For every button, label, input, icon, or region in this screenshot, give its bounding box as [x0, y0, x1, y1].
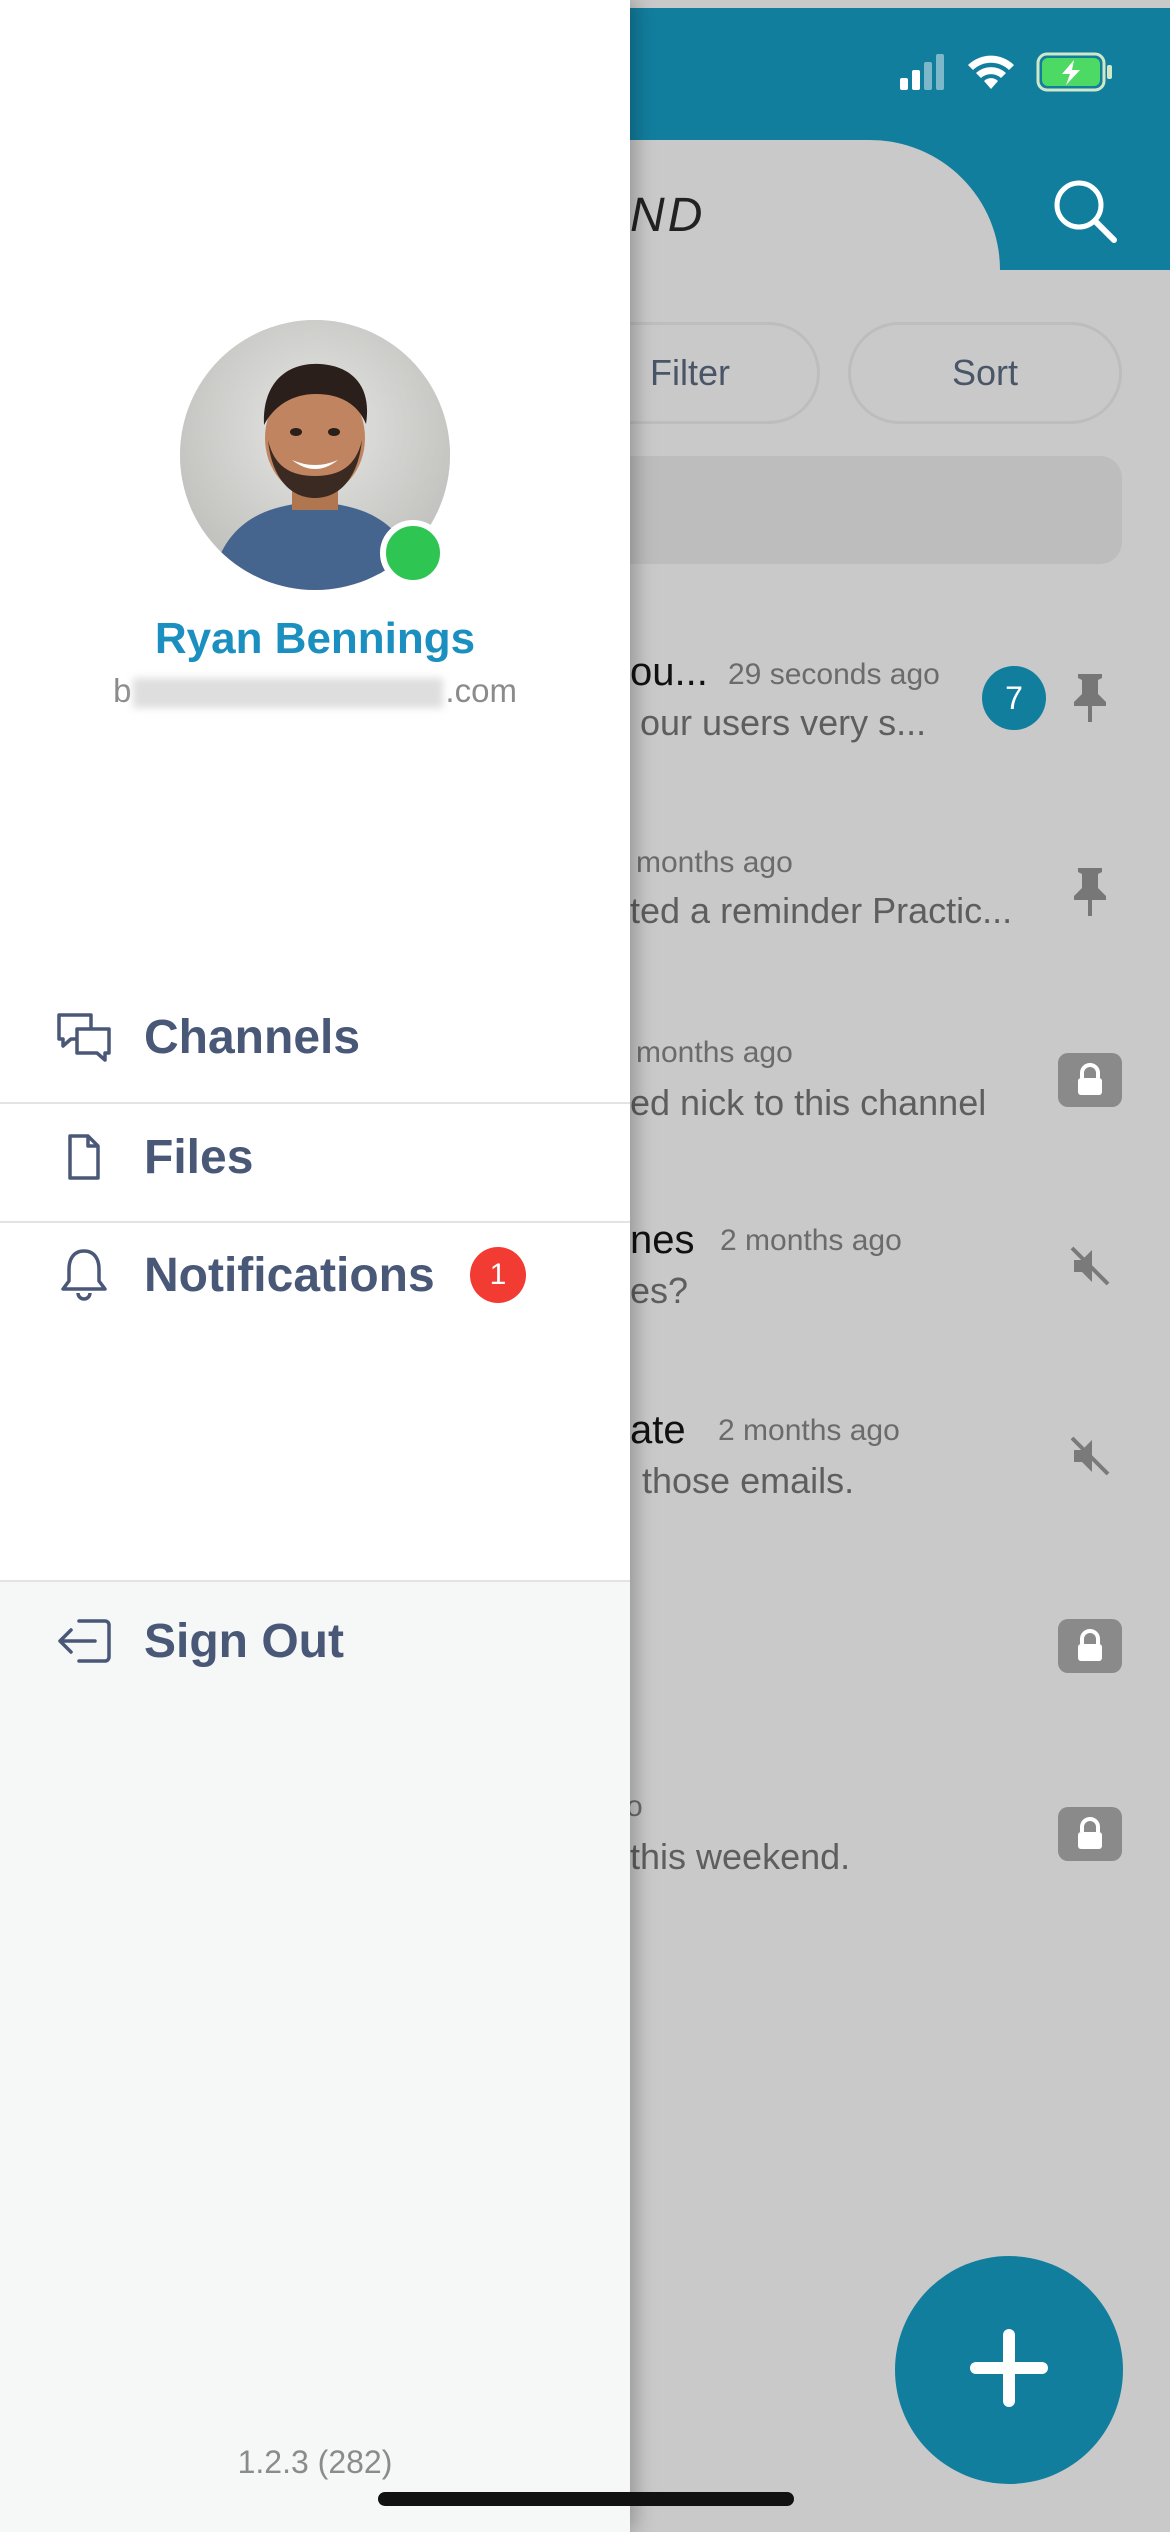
- channel-title: ate: [630, 1408, 686, 1452]
- user-email-suffix: .com: [445, 672, 517, 709]
- sign-out-button[interactable]: Sign Out: [0, 1582, 630, 1700]
- channel-preview: our users very s...: [640, 702, 927, 743]
- channel-title: nes: [630, 1218, 695, 1262]
- lock-icon: [1058, 1048, 1122, 1112]
- sign-out-label: Sign Out: [144, 1614, 344, 1668]
- online-status-indicator: [380, 520, 446, 586]
- lock-icon: [1058, 1802, 1122, 1866]
- user-email-prefix: b: [113, 672, 132, 709]
- channel-time: months ago: [636, 1036, 793, 1069]
- channel-preview: those emails.: [642, 1460, 855, 1501]
- muted-icon: [1058, 1234, 1122, 1298]
- plus-icon: [964, 2323, 1054, 2418]
- email-redaction: [133, 678, 444, 709]
- new-message-button[interactable]: [895, 2256, 1123, 2484]
- cellular-signal-icon: [900, 53, 946, 95]
- user-email: b .com: [0, 672, 630, 710]
- bell-icon: [54, 1245, 114, 1305]
- pin-icon: [1058, 666, 1122, 730]
- lock-icon: [1058, 1614, 1122, 1678]
- chat-bubbles-icon: [54, 1007, 114, 1067]
- channel-search-bar[interactable]: [560, 456, 1122, 564]
- channel-time: months ago: [636, 846, 793, 879]
- menu-item-notifications[interactable]: Notifications 1: [0, 1216, 630, 1334]
- menu-item-label: Channels: [144, 1010, 361, 1064]
- sort-label: Sort: [951, 352, 1019, 393]
- menu-item-label: Notifications: [144, 1248, 435, 1302]
- user-name: Ryan Bennings: [154, 614, 476, 663]
- wifi-icon: [966, 53, 1016, 96]
- channel-time: 2 months ago: [720, 1224, 902, 1257]
- channel-title: ou...: [630, 650, 708, 694]
- file-icon: [54, 1127, 114, 1187]
- menu-item-label: Files: [144, 1130, 254, 1184]
- channel-preview: ed nick to this channel: [630, 1082, 987, 1123]
- app-version: 1.2.3 (282): [237, 2444, 393, 2480]
- drawer-footer: Sign Out: [0, 1580, 630, 2532]
- menu-item-files[interactable]: Files: [0, 1098, 630, 1216]
- channel-time: 29 seconds ago: [728, 658, 940, 691]
- pin-icon: [1058, 860, 1122, 924]
- channel-preview: ted a reminder Practic...: [630, 890, 1013, 931]
- notification-badge: 1: [470, 1247, 526, 1303]
- muted-icon: [1058, 1424, 1122, 1488]
- filter-label: Filter: [650, 352, 730, 393]
- channel-preview: this weekend.: [630, 1836, 851, 1877]
- side-drawer: Ryan Bennings b .com Channels Files Noti…: [0, 0, 630, 2532]
- home-indicator[interactable]: [378, 2492, 794, 2506]
- avatar[interactable]: [180, 320, 450, 590]
- status-bar: [900, 50, 1114, 98]
- channel-preview: es?: [630, 1270, 689, 1311]
- unread-count-badge: 7: [982, 666, 1046, 730]
- battery-charging-icon: [1036, 52, 1114, 97]
- channel-time: 2 months ago: [718, 1414, 900, 1447]
- menu-item-channels[interactable]: Channels: [0, 978, 630, 1096]
- sign-out-icon: [54, 1611, 114, 1671]
- search-icon[interactable]: [1050, 176, 1120, 246]
- sort-button[interactable]: Sort: [848, 322, 1122, 424]
